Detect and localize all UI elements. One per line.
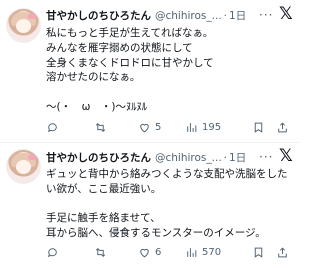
avatar[interactable] [6, 8, 41, 43]
separator-dot: · [223, 152, 228, 164]
reply-icon [47, 247, 57, 257]
like-count: 5 [155, 121, 162, 133]
display-name[interactable]: 甘やかしのちひろたん [46, 152, 151, 164]
retweet-icon [95, 247, 106, 257]
avatar-bow [28, 14, 36, 19]
avatar-bow [28, 155, 36, 160]
more-icon[interactable]: ··· [259, 150, 273, 164]
display-name[interactable]: 甘やかしのちひろたん [46, 10, 151, 22]
timestamp[interactable]: 1日 [229, 10, 246, 22]
handle[interactable]: @chihiros_... [155, 10, 222, 22]
share-icon [278, 246, 287, 257]
share-button[interactable] [276, 245, 289, 259]
reply-icon [47, 122, 57, 132]
views-button[interactable]: 195 [185, 120, 221, 134]
reply-button[interactable] [46, 120, 63, 134]
avatar-face [16, 160, 31, 174]
avatar[interactable] [6, 149, 41, 184]
bookmark-icon [254, 122, 263, 133]
bookmark-button[interactable] [252, 245, 265, 259]
like-button[interactable]: 6 [138, 245, 161, 259]
retweet-icon [95, 122, 106, 132]
views-count: 195 [202, 121, 222, 133]
retweet-button[interactable] [94, 120, 111, 134]
tweet[interactable]: 甘やかしのちひろたん @chihiros_... · 1日 ··· 𝕏 私にもっと手足… [0, 0, 300, 138]
like-count: 6 [155, 246, 162, 258]
tweet-actions: 5 195 [46, 120, 296, 134]
avatar-face [16, 19, 31, 33]
more-icon[interactable]: ··· [259, 8, 273, 22]
bookmark-icon [254, 247, 263, 258]
reply-button[interactable] [46, 245, 63, 259]
views-icon [187, 247, 197, 257]
views-icon [187, 122, 197, 132]
bookmark-button[interactable] [252, 120, 265, 134]
separator-dot: · [223, 10, 228, 22]
share-icon [278, 121, 287, 132]
x-logo-icon: 𝕏 [279, 4, 293, 24]
retweet-button[interactable] [94, 245, 111, 259]
tweet-header: 甘やかしのちひろたん @chihiros_... · 1日 [46, 152, 246, 165]
tweet-text: 私にもっと手足が生えてればなぁ。 みんなを雁字搦めの状態にして 全身くまなくドロ… [46, 27, 214, 113]
tweet-actions: 6 570 [46, 245, 296, 259]
x-logo-icon: 𝕏 [279, 146, 293, 166]
handle[interactable]: @chihiros_... [155, 152, 222, 164]
tweet[interactable]: 甘やかしのちひろたん @chihiros_... · 1日 ··· 𝕏 ギュッと背中か… [0, 143, 300, 275]
tweet-header: 甘やかしのちひろたん @chihiros_... · 1日 [46, 10, 246, 23]
timestamp[interactable]: 1日 [229, 152, 246, 164]
heart-icon [140, 123, 149, 132]
tweet-text: ギュッと背中から絡みつくような支配や洗脳をしたい欲が、ここ最近強い。 手足に触手… [46, 168, 288, 240]
heart-icon [140, 248, 149, 257]
share-button[interactable] [276, 120, 289, 134]
views-count: 570 [202, 246, 222, 258]
like-button[interactable]: 5 [138, 120, 161, 134]
views-button[interactable]: 570 [185, 245, 221, 259]
